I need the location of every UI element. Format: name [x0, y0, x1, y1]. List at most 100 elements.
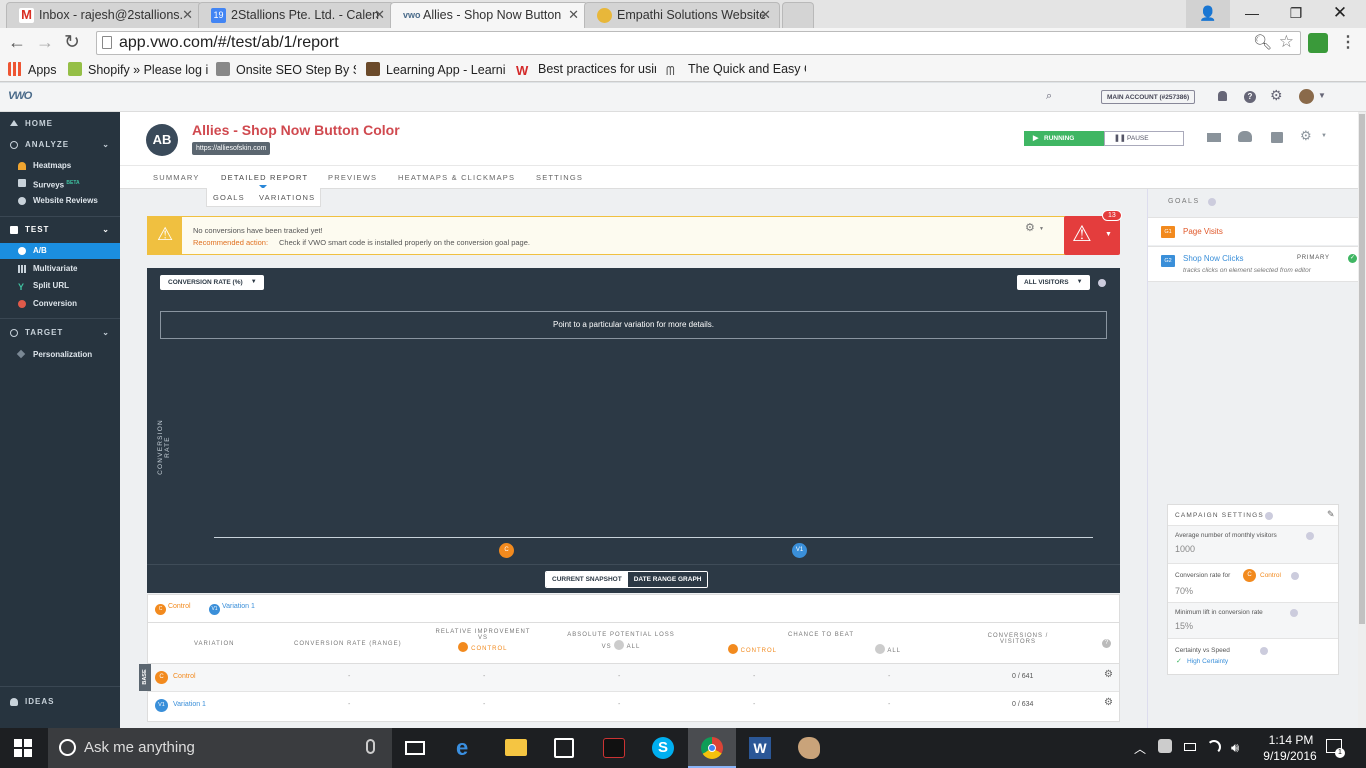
forward-icon[interactable]: →: [36, 32, 54, 53]
notification-bell-icon[interactable]: [1218, 91, 1227, 101]
browser-tab-calendar[interactable]: 19 2Stallions Pte. Ltd. - Calen ✕: [198, 2, 394, 28]
task-view-icon[interactable]: [405, 741, 425, 755]
help-icon[interactable]: ?: [1102, 639, 1111, 648]
table-row[interactable]: BASE C Control - - - - - 0 / 641 ⚙: [139, 664, 1119, 691]
scrollbar[interactable]: [1358, 112, 1366, 728]
legend-control[interactable]: C Control: [155, 603, 191, 615]
sidebar-section-test[interactable]: TEST ⌄: [0, 222, 120, 238]
help-icon[interactable]: [1306, 532, 1314, 540]
sidebar-section-target[interactable]: TARGET ⌄: [0, 325, 120, 341]
sidebar-item-split-url[interactable]: Y Split URL: [0, 278, 120, 294]
help-icon[interactable]: [1291, 572, 1299, 580]
vwo-logo[interactable]: VWO: [8, 90, 32, 102]
tab-settings[interactable]: SETTINGS: [536, 173, 583, 182]
toggle-date-range-graph[interactable]: DATE RANGE GRAPH: [627, 572, 708, 587]
close-tab-icon[interactable]: ✕: [760, 7, 771, 23]
bookmark-best-practices[interactable]: W Best practices for usin: [516, 62, 656, 77]
alert-settings-gear-icon[interactable]: ⚙: [1025, 221, 1035, 234]
clock-time[interactable]: 1:14 PM: [1262, 733, 1320, 747]
browser-tab-gmail[interactable]: M Inbox - rajesh@2stallions. ✕: [6, 2, 202, 28]
toggle-current-snapshot[interactable]: CURRENT SNAPSHOT: [546, 572, 628, 587]
sidebar-item-heatmaps[interactable]: Heatmaps: [0, 158, 120, 174]
subtab-goals[interactable]: GOALS: [213, 193, 245, 202]
paint-icon[interactable]: [798, 737, 820, 759]
file-explorer-icon[interactable]: [505, 739, 527, 756]
tray-chevron-up-icon[interactable]: ︿: [1134, 740, 1146, 757]
word-icon[interactable]: W: [749, 737, 771, 759]
close-window-icon[interactable]: ✕: [1318, 0, 1362, 28]
help-icon[interactable]: ?: [1244, 91, 1256, 103]
sidebar-item-ab[interactable]: A/B: [0, 243, 120, 259]
scrollbar-thumb[interactable]: [1359, 114, 1365, 624]
tab-previews[interactable]: PREVIEWS: [328, 173, 377, 182]
campaign-url-badge[interactable]: https://alliesofskin.com: [192, 142, 271, 155]
row-settings-gear-icon[interactable]: ⚙: [1104, 669, 1113, 680]
windows-start-icon[interactable]: [14, 739, 32, 757]
close-tab-icon[interactable]: ✕: [568, 7, 579, 23]
account-switcher[interactable]: MAIN ACCOUNT (#257386): [1101, 90, 1196, 104]
bookmark-quick-easy[interactable]: ᗰ The Quick and Easy G: [666, 62, 806, 78]
marker-control[interactable]: C: [499, 543, 514, 558]
row-settings-gear-icon[interactable]: ⚙: [1104, 697, 1113, 708]
bookmark-apps[interactable]: Apps: [8, 62, 57, 77]
chevron-down-icon[interactable]: ▼: [1321, 133, 1327, 139]
tab-summary[interactable]: SUMMARY: [153, 173, 200, 182]
search-icon[interactable]: ⌕: [1046, 90, 1052, 103]
skype-icon[interactable]: S: [652, 737, 674, 759]
restore-icon[interactable]: ❐: [1274, 0, 1318, 28]
marker-variation-1[interactable]: V1: [792, 543, 807, 558]
variation-name[interactable]: Control: [173, 673, 196, 680]
help-icon[interactable]: [1265, 512, 1273, 520]
zoom-search-icon[interactable]: 🔍︎: [1253, 33, 1272, 51]
tab-heatmaps-clickmaps[interactable]: HEATMAPS & CLICKMAPS: [398, 173, 515, 182]
variation-name[interactable]: Variation 1: [173, 701, 206, 708]
user-profile-icon[interactable]: 👤: [1186, 0, 1230, 28]
sidebar-item-personalization[interactable]: Personalization: [0, 347, 120, 363]
cloud-download-icon[interactable]: [1238, 131, 1252, 142]
asus-app-icon[interactable]: [603, 738, 625, 758]
store-icon[interactable]: [554, 738, 574, 758]
close-tab-icon[interactable]: ✕: [374, 7, 385, 23]
back-icon[interactable]: ←: [8, 32, 26, 53]
bookmark-shopify[interactable]: Shopify » Please log in: [68, 62, 208, 77]
sidebar-item-multivariate[interactable]: Multivariate: [0, 261, 120, 277]
chevron-down-icon[interactable]: ▼: [1318, 91, 1326, 100]
dropbox-icon[interactable]: [1158, 739, 1172, 753]
segment-dropdown[interactable]: ALL VISITORS ▼: [1017, 275, 1090, 290]
sidebar-item-surveys[interactable]: Surveys BETA: [0, 175, 120, 191]
volume-icon[interactable]: 🔊︎: [1231, 740, 1239, 756]
chrome-menu-icon[interactable]: ⋮: [1340, 32, 1356, 52]
metric-dropdown[interactable]: CONVERSION RATE (%) ▼: [160, 275, 264, 290]
goal-item-g1[interactable]: G1 Page Visits: [1148, 217, 1366, 245]
clock-date[interactable]: 9/19/2016: [1255, 749, 1325, 763]
reload-icon[interactable]: ↻: [64, 31, 80, 54]
microphone-icon[interactable]: [366, 739, 375, 754]
help-icon[interactable]: [1290, 609, 1298, 617]
edge-icon[interactable]: e: [456, 735, 468, 761]
settings-gear-icon[interactable]: ⚙: [1270, 87, 1283, 104]
sidebar-item-ideas[interactable]: IDEAS: [0, 694, 120, 710]
chrome-taskbar-button[interactable]: [688, 728, 736, 768]
new-tab-button[interactable]: [782, 2, 814, 28]
url-input[interactable]: app.vwo.com/#/test/ab/1/report 🔍︎ ☆: [96, 31, 1301, 55]
battery-icon[interactable]: [1184, 743, 1196, 751]
print-icon[interactable]: [1271, 132, 1283, 143]
bookmark-learning-app[interactable]: Learning App - Learni: [366, 62, 506, 77]
campaign-settings-gear-icon[interactable]: ⚙: [1300, 128, 1312, 144]
info-icon[interactable]: [1098, 279, 1106, 287]
legend-variation-1[interactable]: V1 Variation 1: [209, 603, 255, 615]
wifi-icon[interactable]: [1207, 740, 1221, 754]
bookmark-star-icon[interactable]: ☆: [1279, 32, 1294, 52]
edit-pencil-icon[interactable]: ✎: [1327, 509, 1335, 520]
chevron-down-icon[interactable]: ▼: [1039, 226, 1044, 232]
sidebar-section-analyze[interactable]: ANALYZE ⌄: [0, 137, 120, 153]
help-icon[interactable]: [1260, 647, 1268, 655]
browser-tab-vwo[interactable]: vwo Allies - Shop Now Button ✕: [390, 2, 588, 28]
sidebar-item-conversion[interactable]: Conversion: [0, 296, 120, 312]
help-icon[interactable]: [1208, 198, 1216, 206]
sidebar-item-home[interactable]: HOME: [0, 116, 120, 132]
cortana-search-box[interactable]: Ask me anything: [48, 728, 392, 768]
goal-item-g2[interactable]: G2 Shop Now Clicks PRIMARY ✓ tracks clic…: [1148, 246, 1366, 282]
alerts-button[interactable]: ⚠ ▼ 13: [1064, 210, 1122, 255]
extension-shield-icon[interactable]: [1308, 33, 1328, 53]
